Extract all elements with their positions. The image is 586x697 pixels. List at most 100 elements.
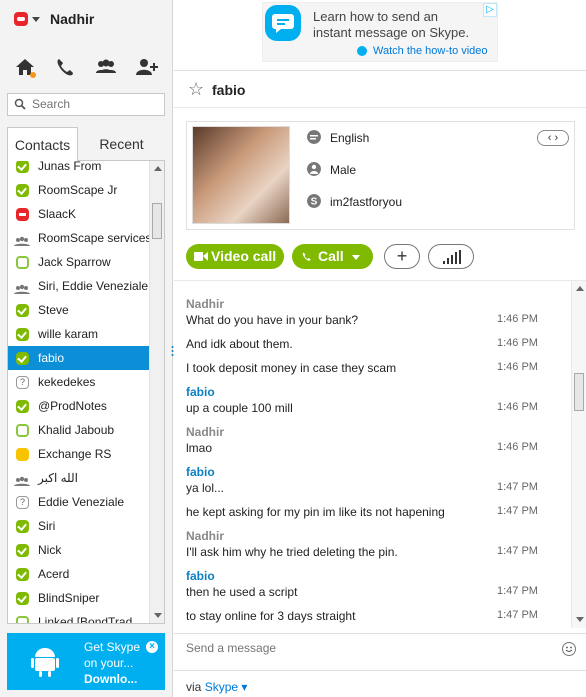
message-input[interactable] (186, 641, 546, 655)
message-text: I'll ask him why he tried deleting the p… (186, 545, 398, 559)
android-icon (31, 648, 59, 677)
avatar[interactable] (192, 126, 290, 224)
contact-item[interactable]: الله اكبر (8, 466, 149, 490)
phone-icon[interactable] (52, 54, 78, 80)
home-icon[interactable] (12, 54, 38, 80)
search-input[interactable] (32, 94, 160, 114)
status-offline-icon (16, 424, 29, 437)
contact-name: Acerd (38, 567, 70, 581)
status-dnd-icon[interactable] (14, 12, 28, 26)
via-service-dropdown[interactable]: Skype ▾ (205, 680, 248, 694)
chevron-down-icon[interactable] (32, 17, 40, 22)
contact-name: Steve (38, 303, 69, 317)
contact-name: Siri (38, 519, 56, 533)
video-call-label: Video call (211, 248, 277, 264)
message-sender[interactable]: Nadhir (186, 529, 224, 543)
contact-item[interactable]: Jack Sparrow (8, 250, 149, 274)
ad-banner[interactable]: Learn how to send an instant message on … (262, 2, 498, 62)
contact-item[interactable]: Junas From (8, 161, 149, 178)
scroll-down-icon[interactable] (576, 617, 584, 622)
ad-link[interactable]: Watch the how-to video (373, 45, 488, 57)
status-dnd-icon (16, 208, 29, 221)
contact-item[interactable]: BlindSniper (8, 586, 149, 610)
message-text: And idk about them. (186, 337, 293, 351)
message-time: 1:47 PM (497, 545, 538, 557)
status-unknown-icon: ? (16, 376, 29, 389)
contact-item[interactable]: Siri (8, 514, 149, 538)
group-icon (14, 472, 30, 486)
contact-name: Siri, Eddie Veneziale (38, 279, 149, 293)
add-contact-icon[interactable] (134, 54, 160, 80)
message-text: up a couple 100 mill (186, 401, 293, 415)
ad-choices-icon[interactable]: ▷ (483, 3, 497, 17)
star-icon[interactable]: ☆ (188, 79, 204, 100)
call-quality-button[interactable] (428, 244, 474, 269)
message-text: to stay online for 3 days straight (186, 609, 356, 623)
message-sender[interactable]: fabio (186, 465, 215, 479)
message-sender[interactable]: fabio (186, 385, 215, 399)
message-text: lmao (186, 441, 213, 455)
contact-item[interactable]: fabio (8, 346, 149, 370)
message-icon (265, 5, 301, 41)
status-online-icon (16, 161, 29, 173)
promo-line3[interactable]: Downlo... (84, 671, 140, 687)
phone-icon (302, 252, 311, 261)
profile-pager[interactable]: ‹ › (537, 130, 569, 146)
footer-via: via Skype ▾ (174, 670, 586, 697)
contact-item[interactable]: Khalid Jaboub (8, 418, 149, 442)
chat-scrollbar[interactable] (571, 281, 586, 628)
emoticon-icon[interactable] (562, 642, 576, 656)
close-icon[interactable]: × (146, 641, 158, 653)
message-sender[interactable]: Nadhir (186, 297, 224, 311)
contact-item[interactable]: wille karam (8, 322, 149, 346)
video-call-button[interactable]: Video call (186, 244, 284, 269)
contact-name: Junas From (38, 161, 102, 173)
contact-item[interactable]: RoomScape Jr (8, 178, 149, 202)
contact-item[interactable]: Acerd (8, 562, 149, 586)
contact-item[interactable]: SlaacK (8, 202, 149, 226)
contact-item[interactable]: Linked [BondTrad... (8, 610, 149, 623)
contact-item[interactable]: Siri, Eddie Veneziale (8, 274, 149, 298)
contact-name: Jack Sparrow (38, 255, 111, 269)
status-online-icon (16, 568, 29, 581)
conversation-header: ☆ fabio (174, 70, 586, 108)
contact-item[interactable]: ? Eddie Veneziale (8, 490, 149, 514)
contact-item[interactable]: Exchange RS (8, 442, 149, 466)
scroll-up-icon[interactable] (576, 286, 584, 291)
message-text: I took deposit money in case they scam (186, 361, 397, 375)
contact-item[interactable]: ? kekedekes (8, 370, 149, 394)
play-icon (357, 46, 367, 56)
status-online-icon (16, 304, 29, 317)
message-time: 1:46 PM (497, 361, 538, 373)
message-sender[interactable]: Nadhir (186, 425, 224, 439)
contact-item[interactable]: @ProdNotes (8, 394, 149, 418)
scroll-down-icon[interactable] (154, 613, 162, 618)
contact-name: Eddie Veneziale (38, 495, 125, 509)
contact-item[interactable]: RoomScape services (8, 226, 149, 250)
message-text: ya lol... (186, 481, 225, 495)
scroll-thumb[interactable] (574, 373, 584, 411)
message-sender[interactable]: fabio (186, 569, 215, 583)
signal-icon (443, 250, 461, 264)
user-name[interactable]: Nadhir (50, 11, 94, 27)
call-button[interactable]: Call (292, 244, 373, 269)
message-time: 1:46 PM (497, 401, 538, 413)
message-time: 1:47 PM (497, 481, 538, 493)
contact-scrollbar[interactable] (149, 161, 164, 623)
tab-recent[interactable]: Recent (78, 127, 165, 161)
scroll-up-icon[interactable] (154, 166, 162, 171)
via-text: via Skype ▾ (186, 680, 247, 694)
scroll-thumb[interactable] (152, 203, 162, 239)
tab-contacts[interactable]: Contacts (7, 127, 78, 161)
contact-list: Junas From RoomScape Jr SlaacK RoomScape se… (7, 161, 165, 624)
promo-banner[interactable]: Get Skype on your... Downlo... × (7, 633, 165, 690)
chevron-down-icon[interactable] (352, 255, 360, 260)
add-button[interactable]: + (384, 244, 420, 269)
contacts-icon[interactable] (93, 54, 119, 80)
status-away-icon (16, 448, 29, 461)
contact-item[interactable]: Nick (8, 538, 149, 562)
contact-item[interactable]: Steve (8, 298, 149, 322)
contact-name: kekedekes (38, 375, 96, 389)
status-offline-icon (16, 256, 29, 269)
message-time: 1:46 PM (497, 313, 538, 325)
